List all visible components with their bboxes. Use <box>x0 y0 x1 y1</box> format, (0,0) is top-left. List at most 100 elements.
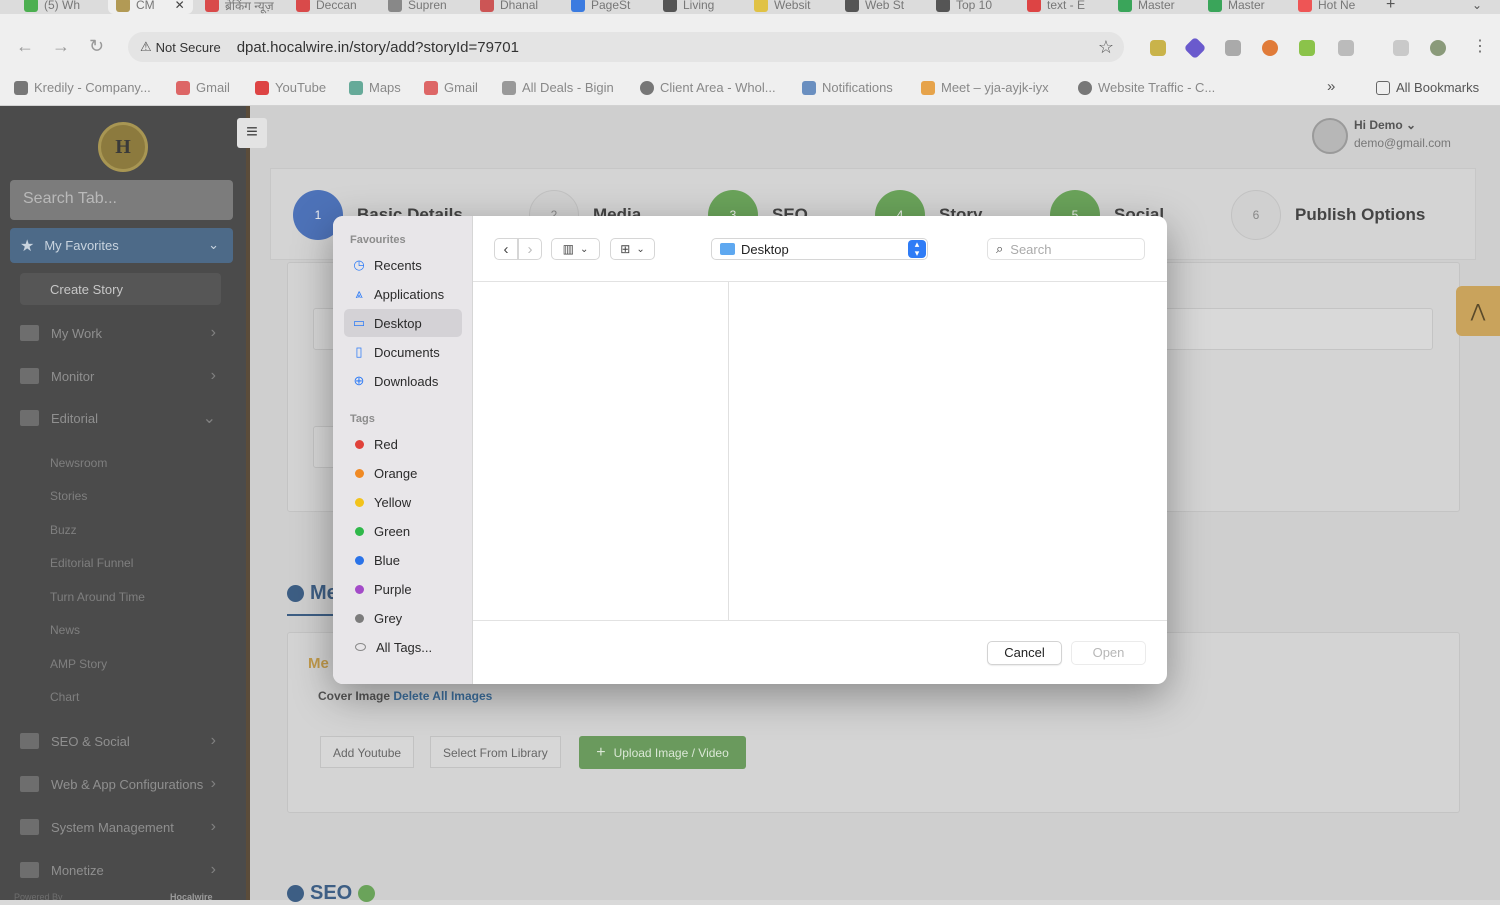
bookmark-item[interactable]: Maps <box>349 80 401 95</box>
bookmark-item[interactable]: YouTube <box>255 80 326 95</box>
browser-column-2[interactable] <box>729 282 1167 620</box>
browser-tab[interactable]: Dhanal <box>480 0 538 14</box>
browser-tab[interactable]: Websit <box>754 0 810 14</box>
address-bar[interactable]: ⚠ Not Secure dpat.hocalwire.in/story/add… <box>128 32 1124 62</box>
menu-web-app-config[interactable]: Web & App Configurations › <box>20 772 230 796</box>
all-tags[interactable]: All Tags... <box>344 633 462 661</box>
all-bookmarks[interactable]: All Bookmarks <box>1376 80 1479 95</box>
chevron-right-icon: › <box>210 367 216 384</box>
forward-icon[interactable]: → <box>52 36 70 57</box>
bookmark-item[interactable]: Notifications <box>802 80 893 95</box>
browser-tab[interactable]: Web St <box>845 0 904 14</box>
browser-tab[interactable]: Hot Ne <box>1298 0 1355 14</box>
browser-column-1[interactable] <box>473 282 729 620</box>
extension-icon[interactable] <box>1299 40 1315 56</box>
add-youtube-button[interactable]: Add Youtube <box>320 736 415 768</box>
sidebar-item-documents[interactable]: ▯ Documents <box>344 338 462 366</box>
extension-icon[interactable] <box>1183 36 1207 60</box>
extension-icon[interactable] <box>1262 40 1278 56</box>
hocalwire-logo[interactable]: H <box>98 122 148 172</box>
browser-tab[interactable]: text - E <box>1027 0 1085 14</box>
menu-seo-social[interactable]: SEO & Social › <box>20 729 230 753</box>
browser-tab[interactable]: (5) Wh <box>24 0 80 14</box>
menu-system-management[interactable]: System Management › <box>20 815 230 839</box>
back-button[interactable]: ‹ <box>494 238 518 260</box>
bookmark-item[interactable]: Meet – yja-ayjk-iyx <box>921 80 1049 95</box>
bookmark-item[interactable]: All Deals - Bigin <box>502 80 614 95</box>
user-menu[interactable]: Hi Demo ⌄ demo@gmail.com <box>1312 118 1451 154</box>
browser-tab[interactable]: Living <box>663 0 714 14</box>
browser-tab[interactable]: ब्रेकिंग न्यूज़ <box>205 0 274 14</box>
back-icon[interactable]: ← <box>16 36 34 57</box>
sidebar-item-desktop[interactable]: ▭ Desktop <box>344 309 462 337</box>
menu-monetize[interactable]: Monetize › <box>20 858 230 882</box>
location-dropdown[interactable]: Desktop ▴ ▾ <box>711 238 928 260</box>
media-section-header[interactable]: Me <box>287 582 338 605</box>
puzzle-icon[interactable] <box>1338 40 1354 56</box>
browser-tab[interactable]: Master <box>1208 0 1265 14</box>
my-favorites-menu[interactable]: ★ My Favorites ⌄ <box>10 228 233 263</box>
upload-image-video-button[interactable]: + Upload Image / Video <box>579 736 746 769</box>
cancel-button[interactable]: Cancel <box>987 641 1062 665</box>
profile-icon[interactable] <box>1430 40 1446 56</box>
new-tab-button[interactable]: + <box>1386 0 1395 14</box>
sidebar-item-applications[interactable]: ⩓ Applications <box>344 280 462 308</box>
browser-tab[interactable]: Supren <box>388 0 447 14</box>
extension-icon[interactable] <box>1150 40 1166 56</box>
submenu-newsroom[interactable]: Newsroom <box>50 456 107 470</box>
menu-my-work[interactable]: My Work › <box>20 321 230 345</box>
forward-button[interactable]: › <box>518 238 542 260</box>
tag-yellow[interactable]: Yellow <box>344 488 462 516</box>
grid-view-button[interactable]: ⊞ ⌄ <box>610 238 655 260</box>
reload-icon[interactable]: ↻ <box>89 36 104 57</box>
submenu-amp-story[interactable]: AMP Story <box>50 657 107 671</box>
menu-monitor[interactable]: Monitor › <box>20 364 230 388</box>
floating-action-icon[interactable]: ⋀ <box>1456 286 1500 336</box>
menu-dots-icon[interactable]: ⋮ <box>1472 36 1488 56</box>
tag-grey[interactable]: Grey <box>344 604 462 632</box>
dialog-search-input[interactable]: ⌕ Search <box>987 238 1145 260</box>
browser-tab[interactable]: Deccan <box>296 0 357 14</box>
column-view-button[interactable]: ▥ ⌄ <box>551 238 600 260</box>
sidebar-item-downloads[interactable]: ⊕ Downloads <box>344 367 462 395</box>
bookmark-item[interactable]: Website Traffic - C... <box>1078 80 1215 95</box>
create-story-link[interactable]: Create Story <box>20 273 221 305</box>
close-icon[interactable]: ✕ <box>175 0 185 12</box>
browser-tab[interactable]: Master <box>1118 0 1175 14</box>
sidebar-item-recents[interactable]: ◷ Recents <box>344 251 462 279</box>
hamburger-menu-icon[interactable]: ≡ <box>237 118 267 148</box>
bookmark-star-icon[interactable]: ☆ <box>1098 37 1114 58</box>
menu-editorial[interactable]: Editorial ⌄ <box>20 406 230 430</box>
submenu-editorial-funnel[interactable]: Editorial Funnel <box>50 556 133 570</box>
submenu-chart[interactable]: Chart <box>50 690 79 704</box>
delete-all-images-link[interactable]: Delete All Images <box>393 689 492 703</box>
bookmark-item[interactable]: Kredily - Company... <box>14 80 151 95</box>
tag-dot-icon <box>355 468 364 478</box>
tag-purple[interactable]: Purple <box>344 575 462 603</box>
sidepanel-icon[interactable] <box>1393 40 1409 56</box>
submenu-stories[interactable]: Stories <box>50 489 87 503</box>
url-text[interactable]: dpat.hocalwire.in/story/add?storyId=7970… <box>237 39 519 56</box>
tag-green[interactable]: Green <box>344 517 462 545</box>
tag-blue[interactable]: Blue <box>344 546 462 574</box>
browser-tab-active[interactable]: CM ✕ <box>108 0 193 14</box>
bookmark-item[interactable]: Client Area - Whol... <box>640 80 776 95</box>
security-label[interactable]: Not Secure <box>156 40 221 55</box>
bookmark-item[interactable]: Gmail <box>424 80 478 95</box>
seo-section-header[interactable]: SEO <box>287 882 376 905</box>
step-publish-options[interactable]: 6 Publish Options <box>1231 190 1425 240</box>
tag-red[interactable]: Red <box>344 430 462 458</box>
tag-orange[interactable]: Orange <box>344 459 462 487</box>
browser-tab[interactable]: PageSt <box>571 0 630 14</box>
submenu-turn-around-time[interactable]: Turn Around Time <box>50 590 145 604</box>
submenu-news[interactable]: News <box>50 623 80 637</box>
bookmarks-overflow[interactable]: » <box>1327 78 1335 95</box>
bookmark-item[interactable]: Gmail <box>176 80 230 95</box>
open-button[interactable]: Open <box>1071 641 1146 665</box>
submenu-buzz[interactable]: Buzz <box>50 523 77 537</box>
search-tab-input[interactable]: Search Tab... <box>10 180 233 220</box>
browser-tab[interactable]: Top 10 <box>936 0 992 14</box>
camera-icon[interactable] <box>1225 40 1241 56</box>
select-from-library-button[interactable]: Select From Library <box>430 736 561 768</box>
tab-search-icon[interactable]: ⌄ <box>1472 0 1482 14</box>
